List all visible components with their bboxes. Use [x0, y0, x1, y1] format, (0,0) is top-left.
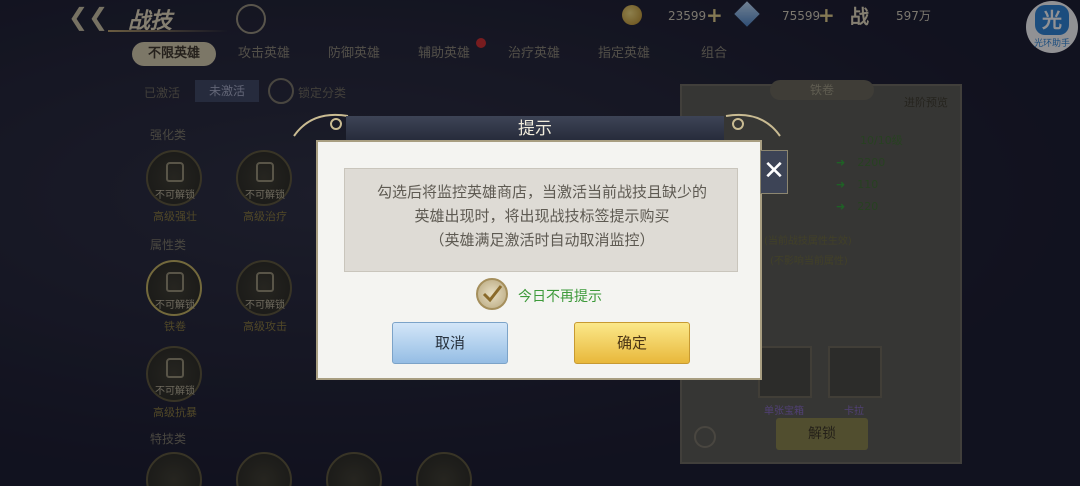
confirm-dialog: 勾选后将监控英雄商店，当激活当前战技且缺少的 英雄出现时，将出现战技标签提示购买… — [316, 140, 762, 380]
cancel-button[interactable]: 取消 — [392, 322, 508, 364]
checkmark-icon — [482, 285, 503, 303]
dialog-message-line: 英雄出现时，将出现战技标签提示购买 — [414, 207, 670, 225]
close-icon[interactable]: ✕ — [760, 150, 788, 194]
right-ornament-icon — [722, 106, 782, 140]
dialog-message-box: 勾选后将监控英雄商店，当激活当前战技且缺少的 英雄出现时，将出现战技标签提示购买… — [344, 168, 738, 272]
dialog-title: 提示 — [518, 119, 552, 139]
confirm-button[interactable]: 确定 — [574, 322, 690, 364]
dialog-message-line: （英雄满足激活时自动取消监控） — [429, 231, 655, 249]
dont-remind-label: 今日不再提示 — [518, 289, 602, 305]
left-ornament-icon — [292, 106, 352, 140]
dont-remind-checkbox[interactable] — [476, 278, 508, 310]
dialog-message-line: 勾选后将监控英雄商店，当激活当前战技且缺少的 — [376, 183, 707, 201]
